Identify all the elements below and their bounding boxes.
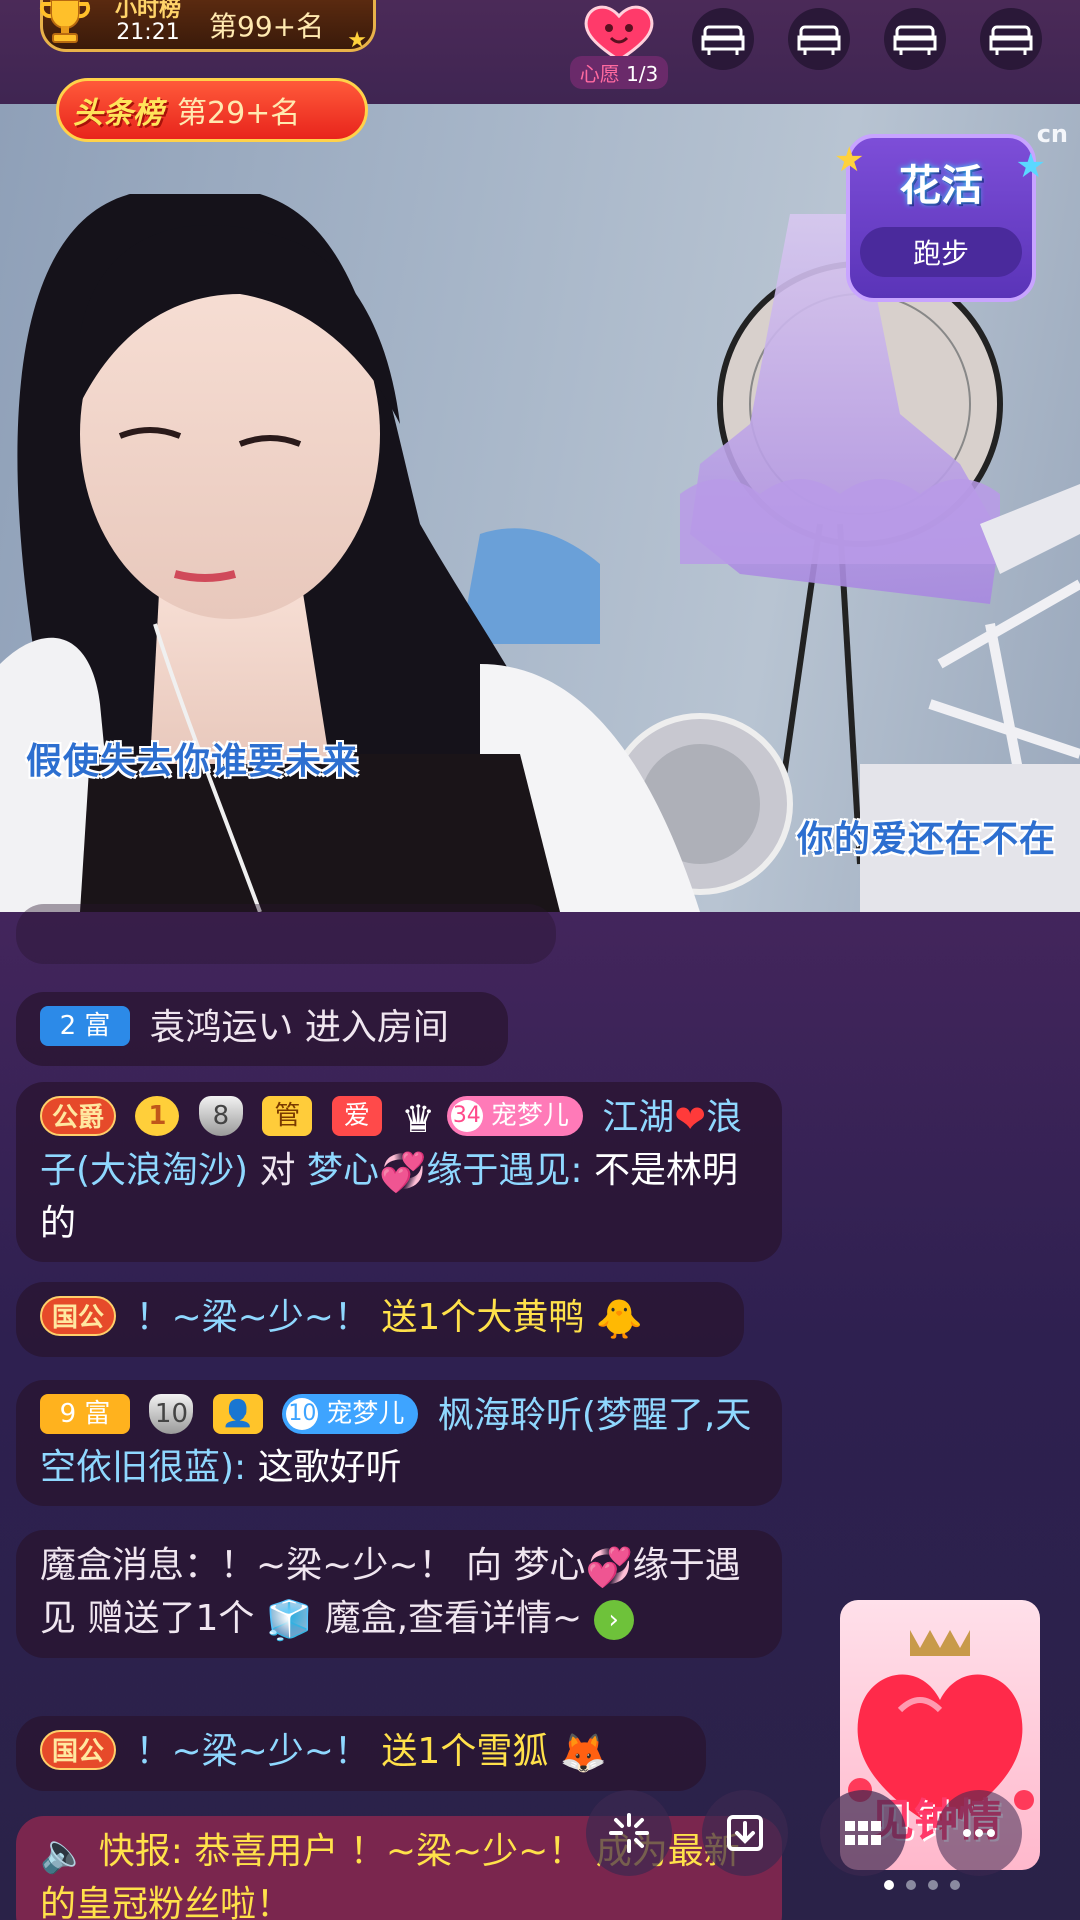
- hearts-icon: 💞: [585, 1545, 633, 1589]
- pet-level: 10: [286, 1398, 319, 1430]
- heart-icon: ❤: [674, 1097, 707, 1141]
- sofa-seat-2[interactable]: [788, 8, 850, 70]
- sofa-seat-4[interactable]: [980, 8, 1042, 70]
- admin-badge: 管: [262, 1096, 313, 1136]
- sofa-icon: [797, 25, 841, 55]
- chat-verb: 对: [259, 1150, 296, 1191]
- lyric-right: 你的爱还在不在: [796, 819, 1056, 860]
- grid-icon: [845, 1821, 881, 1845]
- guard-badge: 8: [198, 1096, 243, 1136]
- effects-button[interactable]: [586, 1790, 672, 1876]
- chat-text: 这歌好听: [257, 1447, 402, 1488]
- talent-card[interactable]: ★ ★ 花活 跑步: [834, 134, 1046, 302]
- rich-level-badge: 9 富: [40, 1394, 130, 1434]
- sparkle-icon: [609, 1813, 649, 1853]
- noble-badge: 国公: [40, 1296, 117, 1336]
- chat-message[interactable]: 国公 ！~梁~少~！ 送1个大黄鸭 🐥: [16, 1282, 744, 1357]
- chat-message[interactable]: 9 富 10 👤 10 宠梦儿 枫海聆听(梦醒了,天空依旧很蓝): 这歌好听: [16, 1380, 782, 1506]
- hour-rank-title: 小时榜: [114, 0, 181, 22]
- hour-rank-badge[interactable]: 小时榜 21:21 第99+名 ★: [37, 0, 376, 53]
- target-name[interactable]: 梦心: [513, 1545, 585, 1586]
- talent-title: 花活: [898, 161, 983, 210]
- snow-fox-icon: 🦊: [559, 1731, 608, 1775]
- headline-place: 第29+名: [177, 96, 301, 131]
- chat-text: 袁鸿运い 进入房间: [149, 1007, 449, 1048]
- noble-badge: 国公: [40, 1730, 117, 1770]
- sender-name[interactable]: 江湖: [602, 1097, 674, 1138]
- crown-icon: ♛: [401, 1097, 436, 1141]
- heart-icon: [581, 2, 657, 64]
- view-details-link[interactable]: 魔盒,查看详情~: [325, 1598, 583, 1639]
- trophy-icon: [37, 0, 93, 48]
- user-icon: 👤: [212, 1394, 263, 1434]
- pager-dot: [950, 1880, 960, 1890]
- pager-dot: [906, 1880, 916, 1890]
- news-prefix: 快报: 恭喜用户: [98, 1831, 339, 1872]
- chat-message-partial: [16, 904, 556, 964]
- promo-pager: [884, 1880, 960, 1890]
- star-icon: ★: [347, 28, 367, 53]
- pet-badge: 10 宠梦儿: [282, 1394, 419, 1434]
- sender-name[interactable]: ！~梁~少~！: [350, 1831, 585, 1872]
- love-badge: 爱: [331, 1096, 382, 1136]
- chat-message[interactable]: 魔盒消息：！~梁~少~！ 向 梦心💞缘于遇见 赠送了1个 🧊 魔盒,查看详情~ …: [16, 1530, 782, 1658]
- live-video[interactable]: 假使失去你谁要未来 你的爱还在不在 ★ ★ 花活 跑步 cn: [0, 104, 1080, 912]
- gift-text: 送1个雪狐: [381, 1731, 549, 1772]
- sofa-icon: [989, 25, 1033, 55]
- lyric-left: 假使失去你谁要未来: [26, 741, 360, 782]
- sender-name[interactable]: ！~梁~少~！: [220, 1545, 455, 1586]
- sender-name[interactable]: ！~梁~少~！: [135, 1731, 370, 1772]
- wish-label: 心愿 1/3: [569, 56, 669, 89]
- hearts-icon: 💞: [379, 1150, 427, 1194]
- chat-message[interactable]: 公爵 1 8 管 爱 ♛ 34 宠梦儿 江湖❤浪子(大浪淘沙) 对 梦心💞缘于遇…: [16, 1082, 782, 1262]
- star-icon: ★: [834, 140, 865, 180]
- download-icon: [727, 1815, 763, 1851]
- pager-dot: [884, 1880, 894, 1890]
- guard-badge: 10: [149, 1394, 194, 1434]
- hour-rank-place: 第99+名: [209, 9, 325, 43]
- gift-text: 送1个大黄鸭: [381, 1297, 585, 1338]
- pet-name: 宠梦儿: [490, 1101, 569, 1131]
- magic-box-icon: 🧊: [265, 1598, 314, 1642]
- target-name[interactable]: 梦心: [307, 1150, 379, 1191]
- system-prefix: 魔盒消息：: [40, 1545, 221, 1586]
- more-icon: [963, 1829, 995, 1837]
- headline-rank-badge[interactable]: 头条榜 第29+名: [56, 78, 368, 142]
- target-name-2[interactable]: 缘于遇见:: [426, 1150, 582, 1191]
- sofa-icon: [701, 25, 745, 55]
- noble-badge: 公爵: [40, 1096, 117, 1136]
- more-button[interactable]: [936, 1790, 1022, 1876]
- chat-action: 赠送了1个: [87, 1598, 255, 1639]
- wish-prefix: 心愿: [579, 62, 620, 86]
- wish-badge[interactable]: 心愿 1/3: [566, 2, 672, 89]
- watermark: cn: [1036, 120, 1068, 148]
- pager-dot: [928, 1880, 938, 1890]
- sofa-seat-3[interactable]: [884, 8, 946, 70]
- chat-verb: 向: [465, 1545, 502, 1586]
- pet-name: 宠梦儿: [326, 1399, 405, 1429]
- chevron-right-icon[interactable]: ›: [593, 1600, 634, 1640]
- sofa-icon: [893, 25, 937, 55]
- download-button[interactable]: [702, 1790, 788, 1876]
- apps-button[interactable]: [820, 1790, 906, 1876]
- duck-icon: 🐥: [595, 1297, 644, 1341]
- chat-message[interactable]: 国公 ！~梁~少~！ 送1个雪狐 🦊: [16, 1716, 706, 1791]
- sofa-seat-1[interactable]: [692, 8, 754, 70]
- pet-badge: 34 宠梦儿: [446, 1096, 583, 1136]
- talent-sub: 跑步: [860, 227, 1022, 277]
- pet-level: 34: [450, 1100, 483, 1132]
- star-icon: ★: [1015, 146, 1046, 186]
- rich-level-badge: 2 富: [40, 1006, 130, 1046]
- clock-time: 21:21: [116, 19, 180, 45]
- speaker-icon: 🔈: [40, 1831, 88, 1875]
- wish-count: 1/3: [626, 62, 659, 86]
- level-badge: 1: [135, 1096, 180, 1136]
- headline-logo: 头条榜: [73, 96, 163, 131]
- sender-name[interactable]: ！~梁~少~！: [135, 1297, 370, 1338]
- chat-message[interactable]: 2 富 袁鸿运い 进入房间: [16, 992, 508, 1066]
